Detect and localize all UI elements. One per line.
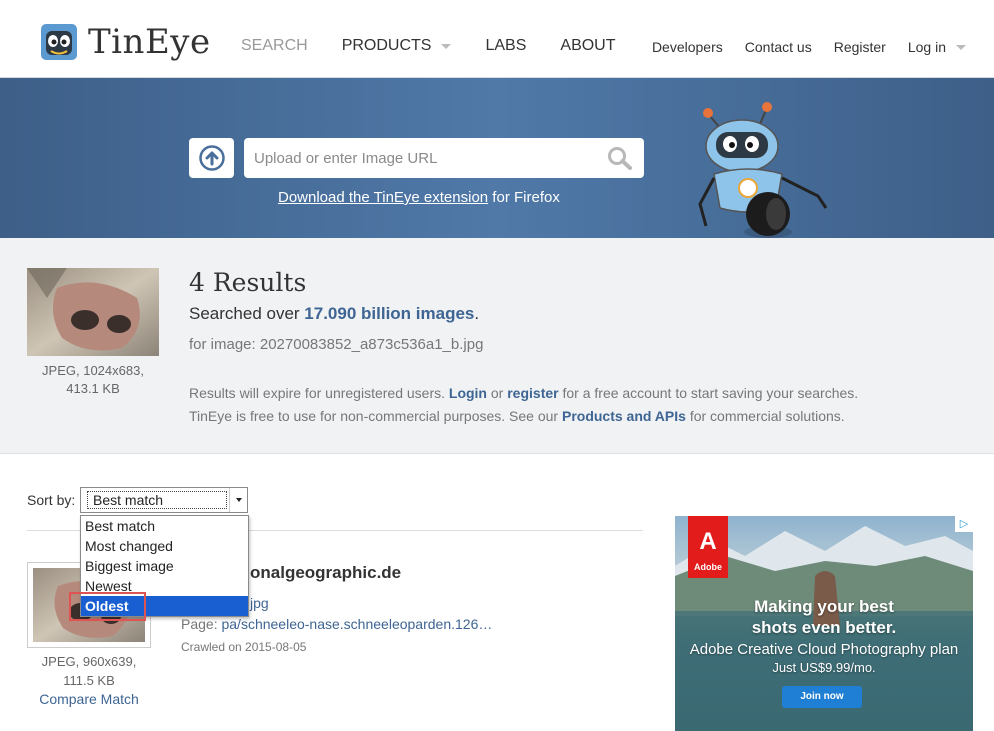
result-file-link[interactable]: jpg (250, 595, 269, 611)
query-meta-line2: 413.1 KB (66, 381, 120, 396)
secondary-nav: Developers Contact us Register Log in (630, 38, 966, 56)
expire-text-1a: Results will expire for unregistered use… (189, 385, 449, 401)
expire-text-2a: TinEye is free to use for non-commercial… (189, 408, 562, 424)
sort-select[interactable]: Best match (80, 487, 248, 513)
expire-text-2b: for commercial solutions. (685, 408, 845, 424)
extension-suffix: for Firefox (488, 189, 560, 206)
result-page-label: Page: (181, 616, 222, 632)
results-count: 4 Results (189, 268, 307, 297)
nav-products-label: PRODUCTS (341, 37, 432, 54)
upload-button[interactable] (189, 138, 234, 178)
chevron-down-icon (229, 488, 247, 512)
main-nav: SEARCH PRODUCTS LABS ABOUT (241, 36, 650, 56)
logo-text: TinEye (88, 22, 211, 62)
query-image-thumbnail[interactable] (27, 268, 159, 356)
nav-search[interactable]: SEARCH (241, 36, 308, 56)
nav-login-label: Log in (907, 39, 946, 55)
tineye-robot-mascot-icon (698, 102, 828, 238)
sort-selected-value: Best match (87, 491, 227, 509)
result-crawled-date: Crawled on 2015-08-05 (181, 640, 307, 654)
adchoices-icon[interactable]: ▷ (955, 516, 973, 532)
products-apis-link[interactable]: Products and APIs (562, 408, 686, 424)
chevron-down-icon (956, 44, 966, 50)
search-hero: Download the TinEye extension for Firefo… (0, 78, 994, 238)
sort-option-most-changed[interactable]: Most changed (81, 536, 248, 556)
nav-products[interactable]: PRODUCTS (342, 36, 452, 56)
adobe-a-icon: A (699, 528, 717, 555)
nav-search-label: SEARCH (241, 37, 308, 54)
nav-labs-label: LABS (485, 37, 527, 54)
expire-or: or (487, 385, 508, 401)
download-extension-link[interactable]: Download the TinEye extension (278, 189, 488, 206)
query-image-meta: JPEG, 1024x683, 413.1 KB (27, 362, 159, 398)
ad-headline: Making your best shots even better. (751, 597, 897, 637)
ad-subhead: Adobe Creative Cloud Photography plan (689, 641, 959, 658)
ad-price: Just US$9.99/mo. (772, 660, 876, 675)
searched-over: Searched over 17.090 billion images. (189, 304, 479, 324)
adobe-logo: A Adobe (688, 516, 728, 578)
annotation-highlight-box (69, 592, 146, 621)
nav-developers-label: Developers (651, 39, 723, 55)
upload-arrow-icon (198, 145, 225, 171)
nav-register[interactable]: Register (834, 38, 886, 56)
login-link[interactable]: Login (449, 385, 487, 401)
ad-join-now-button[interactable]: Join now (782, 686, 862, 708)
nav-about-label: ABOUT (560, 37, 616, 54)
nav-register-label: Register (833, 39, 886, 55)
result-page-link[interactable]: pa/schneeleo-nase.schneeleoparden.126… (221, 616, 492, 632)
searched-suffix: . (474, 304, 480, 323)
results-summary: JPEG, 1024x683, 413.1 KB 4 Results Searc… (0, 238, 994, 454)
result-domain[interactable]: onalgeographic.de (250, 563, 401, 583)
extension-promo: Download the TinEye extension for Firefo… (278, 189, 560, 206)
nav-contact-us-label: Contact us (744, 39, 812, 55)
tineye-logo[interactable]: TinEye (40, 22, 211, 62)
tineye-robot-icon (41, 24, 77, 60)
searched-count: 17.090 billion images (304, 304, 475, 323)
nav-developers[interactable]: Developers (652, 38, 723, 56)
adobe-brand-text: Adobe (694, 562, 722, 572)
nav-about[interactable]: ABOUT (560, 36, 615, 56)
result-meta-line2: 111.5 KB (63, 673, 115, 688)
top-navigation-bar: TinEye SEARCH PRODUCTS LABS ABOUT Develo… (0, 0, 994, 78)
result-page: Page: pa/schneeleo-nase.schneeleoparden.… (181, 616, 492, 632)
nav-login[interactable]: Log in (908, 38, 966, 56)
result-meta-line1: JPEG, 960x639, (41, 654, 137, 669)
search-icon[interactable] (606, 146, 634, 170)
expire-text-1b: for a free account to start saving your … (558, 385, 859, 401)
sort-option-biggest-image[interactable]: Biggest image (81, 556, 248, 576)
nav-labs[interactable]: LABS (485, 36, 526, 56)
chevron-down-icon (441, 43, 452, 49)
nav-contact-us[interactable]: Contact us (745, 38, 812, 56)
sort-option-best-match[interactable]: Best match (81, 516, 248, 536)
sort-label: Sort by: (27, 492, 76, 508)
compare-match-link[interactable]: Compare Match (27, 691, 151, 707)
result-image-meta: JPEG, 960x639, 111.5 KB (27, 652, 151, 690)
image-url-input[interactable] (254, 149, 594, 167)
query-meta-line1: JPEG, 1024x683, (42, 363, 144, 378)
expire-notice: Results will expire for unregistered use… (189, 382, 858, 428)
query-filename: for image: 20270083852_a873c536a1_b.jpg (189, 336, 484, 353)
register-link[interactable]: register (507, 385, 558, 401)
searched-prefix: Searched over (189, 304, 305, 323)
search-box (244, 138, 644, 178)
adobe-advertisement[interactable]: A Adobe ▷ Making your best shots even be… (675, 516, 973, 731)
